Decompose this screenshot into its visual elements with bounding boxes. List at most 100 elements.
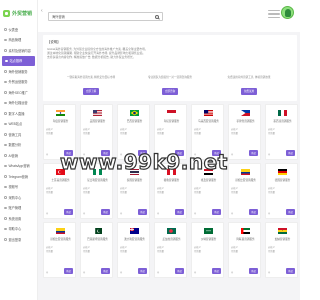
card-sales-label: 月销量 <box>268 251 275 253</box>
sidebar-item[interactable]: WEB站点 <box>0 119 37 130</box>
favorite-icon[interactable]: ◎ <box>83 212 85 215</box>
sidebar-item[interactable]: 帮助中心 <box>0 224 37 235</box>
favorite-icon[interactable]: ◎ <box>194 212 196 215</box>
nav-bullet-icon <box>4 101 7 104</box>
card-sales-label: 月销量 <box>120 251 127 253</box>
service-card[interactable]: 加纳营销服务 价格 ¥ 月销量 ◎ 购买 <box>265 222 298 278</box>
card-meta: 价格 ¥ 月销量 <box>46 128 75 136</box>
buy-button[interactable]: 购买 <box>286 268 295 274</box>
favorite-icon[interactable]: ◎ <box>194 271 196 274</box>
user-menu[interactable] <box>268 4 294 28</box>
card-meta: 价格 ¥ 月销量 <box>157 246 186 254</box>
sidebar-item[interactable]: 视频号 <box>0 182 37 193</box>
sidebar-item[interactable]: WhatsApp营销 <box>0 161 37 172</box>
avatar[interactable] <box>281 6 294 19</box>
favorite-icon[interactable]: ◎ <box>120 212 122 215</box>
favorite-icon[interactable]: ◎ <box>83 271 85 274</box>
sidebar-item[interactable]: 账户管理 <box>0 203 37 214</box>
card-sales-label: 月销量 <box>83 192 90 194</box>
service-card[interactable]: 哥伦比亚营销服务 价格 ¥ 月销量 ◎ 购买 <box>228 163 261 219</box>
sidebar-item[interactable]: 仪表盘 <box>0 24 37 35</box>
card-title: 泰国营销服务 <box>126 179 143 182</box>
buy-button[interactable]: 购买 <box>101 268 110 274</box>
favorite-icon[interactable]: ◎ <box>46 271 48 274</box>
learn-more-button[interactable]: 立即了解 <box>82 87 100 95</box>
card-sales-label: 月销量 <box>157 251 164 253</box>
intro-line: 支持多语言内容创作, 精准投放广告, 数据分析报告, 助力外贸业务增长。 <box>47 55 136 59</box>
collapse-menu-icon[interactable]: ‹ <box>41 8 43 14</box>
nav-bullet-icon <box>4 196 7 199</box>
favorite-icon[interactable]: ◎ <box>231 212 233 215</box>
favorite-icon[interactable]: ◎ <box>268 271 270 274</box>
sidebar-item[interactable]: 数字人直播 <box>0 108 37 119</box>
favorite-icon[interactable]: ◎ <box>120 271 122 274</box>
favorite-icon[interactable]: ◎ <box>157 212 159 215</box>
sidebar-item-label: 素材及营销内容 <box>8 48 31 53</box>
service-card[interactable]: 巴基斯坦营销服务 价格 ¥ 月销量 ◎ 购买 <box>80 222 113 278</box>
country-flag-icon <box>167 228 176 234</box>
favorite-icon[interactable]: ◎ <box>157 271 159 274</box>
brand-logo[interactable]: 外贸营销 <box>0 0 37 24</box>
service-card[interactable]: 孟加拉营销服务 价格 ¥ 月销量 ◎ 购买 <box>154 222 187 278</box>
search-icon[interactable] <box>155 15 159 19</box>
sidebar-item[interactable]: 商品管理 <box>0 35 37 46</box>
service-card[interactable]: 沙特营销服务 价格 ¥ 月销量 ◎ 购买 <box>191 222 224 278</box>
service-card[interactable]: 阿联酋营销服务 价格 ¥ 月销量 ◎ 购买 <box>228 222 261 278</box>
service-card[interactable]: 澳大利亚营销服务 价格 ¥ 月销量 ◎ 购买 <box>117 222 150 278</box>
service-card[interactable]: 墨西哥营销服务价格 ¥ 月销量 ◎ 购买 <box>265 104 298 160</box>
buy-button[interactable]: 购买 <box>286 209 295 215</box>
sidebar-item[interactable]: 外贸运营服务 <box>0 77 37 88</box>
card-sales-label: 月销量 <box>83 133 90 135</box>
buy-button[interactable]: 购买 <box>175 209 184 215</box>
free-trial-button[interactable]: 免费试用 <box>240 87 258 95</box>
buy-button[interactable]: 购买 <box>286 150 295 156</box>
favorite-icon[interactable]: ◎ <box>231 271 233 274</box>
buy-button[interactable]: 购买 <box>212 268 221 274</box>
service-card[interactable]: 哥伦比亚营销服务 价格 ¥ 月销量 ◎ 购买 <box>43 222 76 278</box>
buy-button[interactable]: 购买 <box>138 268 147 274</box>
card-sales-label: 月销量 <box>120 133 127 135</box>
buy-button[interactable]: 购买 <box>212 209 221 215</box>
buy-button[interactable]: 购买 <box>249 209 258 215</box>
sidebar-item[interactable]: Telegram营销 <box>0 171 37 182</box>
favorite-icon[interactable]: ◎ <box>268 212 270 215</box>
card-title: 德国营销服务 <box>274 179 291 182</box>
card-meta: 价格 ¥ 月销量 <box>83 187 112 195</box>
sidebar-item[interactable]: 采购中心 <box>0 192 37 203</box>
nav-bullet-icon <box>4 143 7 146</box>
favorite-icon[interactable]: ◎ <box>46 212 48 215</box>
sidebar-item[interactable]: 数据分析 <box>0 140 37 151</box>
service-card[interactable]: 德国营销服务 价格 ¥ 月销量 ◎ 购买 <box>265 163 298 219</box>
sidebar-item[interactable]: 站点推荐 <box>2 55 35 66</box>
sidebar-item[interactable]: 海外营销服务 <box>0 66 37 77</box>
sidebar-item[interactable]: 营销工具 <box>0 129 37 140</box>
topbar: ‹ 海外营销 <box>38 0 300 32</box>
nav-bullet-icon <box>4 227 7 230</box>
intro-action-2: 专业团队为您提供一对一营销咨询服务 立即咨询 <box>130 75 210 97</box>
favorite-icon[interactable]: ◎ <box>231 153 233 156</box>
buy-button[interactable]: 购买 <box>101 209 110 215</box>
search-input[interactable]: 海外营销 <box>48 12 163 21</box>
sidebar-item[interactable]: 退出登录 <box>0 234 37 245</box>
sidebar-item[interactable]: 系统设置 <box>0 213 37 224</box>
sidebar-item[interactable]: 海外SEO推广 <box>0 87 37 98</box>
buy-button[interactable]: 购买 <box>64 209 73 215</box>
sidebar-item[interactable]: 素材及营销内容 <box>0 45 37 56</box>
card-title: 墨西哥营销服务 <box>273 120 292 123</box>
buy-button[interactable]: 购买 <box>249 268 258 274</box>
buy-button[interactable]: 购买 <box>64 268 73 274</box>
card-title: 哥伦比亚营销服务 <box>50 238 71 241</box>
card-sales-label: 月销量 <box>231 133 238 135</box>
sidebar-item[interactable]: AI营销 <box>0 150 37 161</box>
consult-button[interactable]: 立即咨询 <box>161 87 179 95</box>
favorite-icon[interactable]: ◎ <box>46 153 48 156</box>
buy-button[interactable]: 购买 <box>249 150 258 156</box>
card-meta: 价格 ¥ 月销量 <box>268 128 297 136</box>
buy-button[interactable]: 购买 <box>138 209 147 215</box>
buy-button[interactable]: 购买 <box>175 268 184 274</box>
country-flag-icon <box>167 110 176 116</box>
favorite-icon[interactable]: ◎ <box>268 153 270 156</box>
card-meta: 价格 ¥ 月销量 <box>231 187 260 195</box>
sidebar-item[interactable]: 海外社媒运营 <box>0 98 37 109</box>
service-card[interactable]: 菲律宾营销服务 价格 ¥ 月销量 ◎ 购买 <box>228 104 261 160</box>
